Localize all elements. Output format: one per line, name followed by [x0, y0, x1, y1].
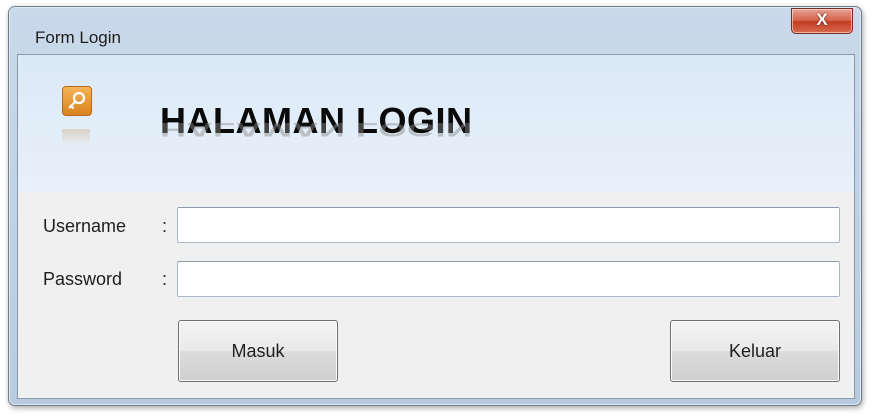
- password-colon: :: [162, 269, 168, 289]
- login-banner: HALAMAN LOGIN HALAMAN LOGIN: [18, 55, 854, 192]
- key-icon: [62, 86, 92, 116]
- title-bar[interactable]: Form Login X: [9, 7, 861, 47]
- form-client-area: HALAMAN LOGIN HALAMAN LOGIN Username : P…: [17, 54, 855, 399]
- close-button[interactable]: X: [791, 8, 853, 34]
- page-title-reflection: HALAMAN LOGIN: [160, 118, 473, 141]
- username-label: Username: [43, 216, 127, 236]
- password-field[interactable]: [177, 261, 840, 297]
- exit-button[interactable]: Keluar: [670, 320, 840, 382]
- username-colon: :: [162, 216, 168, 236]
- username-field[interactable]: [177, 207, 840, 243]
- login-window: Form Login X HALAMAN LOGIN HALAMAN LOGIN…: [8, 6, 862, 406]
- window-title: Form Login: [35, 28, 121, 47]
- login-button[interactable]: Masuk: [178, 320, 338, 382]
- close-icon: X: [816, 10, 828, 29]
- password-label: Password: [43, 269, 123, 289]
- key-icon-reflection: [62, 129, 90, 145]
